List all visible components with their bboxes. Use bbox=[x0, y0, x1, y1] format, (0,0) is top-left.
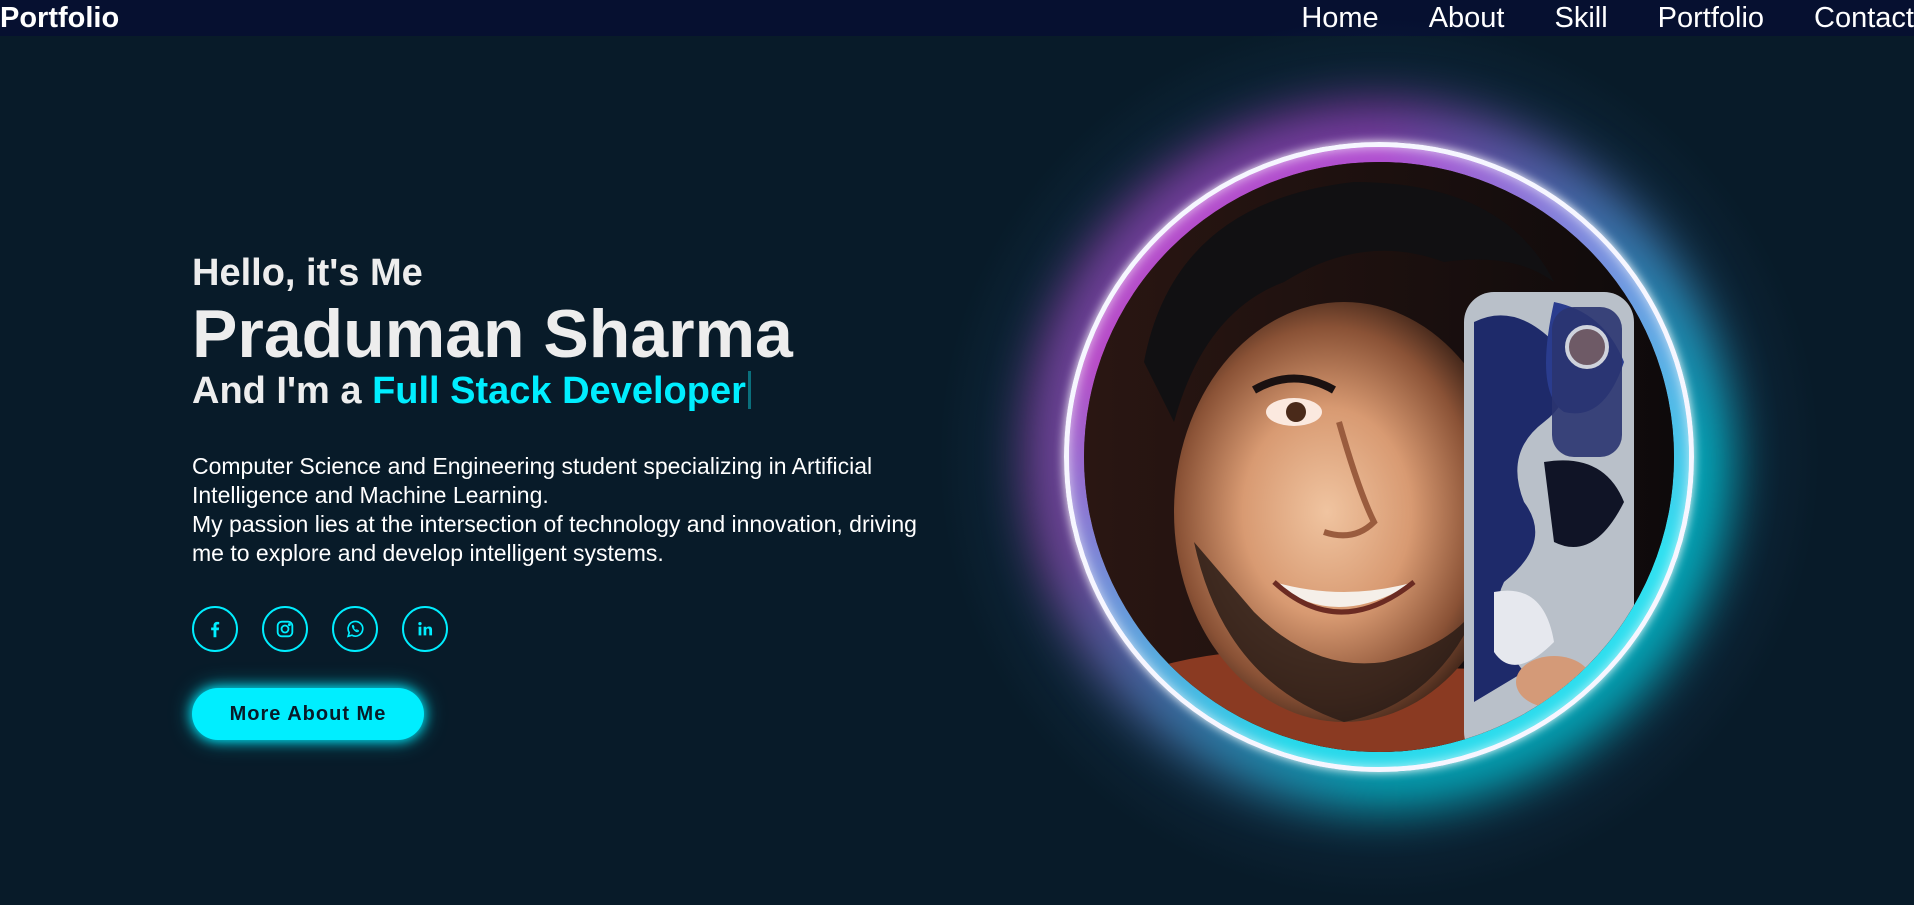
description-line-2: My passion lies at the intersection of t… bbox=[192, 511, 917, 566]
person-name: Praduman Sharma bbox=[192, 296, 793, 372]
more-about-me-button[interactable]: More About Me bbox=[192, 688, 424, 740]
whatsapp-link[interactable] bbox=[332, 606, 378, 652]
role-line: And I'm a Full Stack Developer bbox=[192, 368, 952, 414]
description-line-1: Computer Science and Engineering student… bbox=[192, 453, 873, 508]
typing-cursor bbox=[747, 371, 751, 409]
social-links bbox=[192, 606, 952, 652]
facebook-link[interactable] bbox=[192, 606, 238, 652]
profile-image-container bbox=[934, 12, 1824, 902]
instagram-icon bbox=[276, 620, 294, 638]
nav-link-portfolio[interactable]: Portfolio bbox=[1658, 2, 1764, 35]
role-prefix: And I'm a bbox=[192, 370, 362, 412]
logo[interactable]: Portfolio bbox=[0, 2, 119, 35]
home-content: Hello, it's Me Praduman Sharma And I'm a… bbox=[192, 250, 952, 740]
whatsapp-icon bbox=[346, 620, 364, 638]
profile-photo bbox=[1084, 162, 1674, 752]
instagram-link[interactable] bbox=[262, 606, 308, 652]
role-highlight: Full Stack Developer bbox=[372, 370, 746, 412]
greeting: Hello, it's Me bbox=[192, 252, 423, 294]
description: Computer Science and Engineering student… bbox=[192, 452, 952, 568]
navbar: Portfolio Home About Skill Portfolio Con… bbox=[0, 0, 1914, 36]
nav-link-skill[interactable]: Skill bbox=[1554, 2, 1607, 35]
facebook-icon bbox=[211, 621, 220, 638]
nav-link-contact[interactable]: Contact bbox=[1814, 2, 1914, 35]
linkedin-icon bbox=[418, 622, 433, 636]
profile-photo-illustration bbox=[1084, 162, 1674, 752]
linkedin-link[interactable] bbox=[402, 606, 448, 652]
